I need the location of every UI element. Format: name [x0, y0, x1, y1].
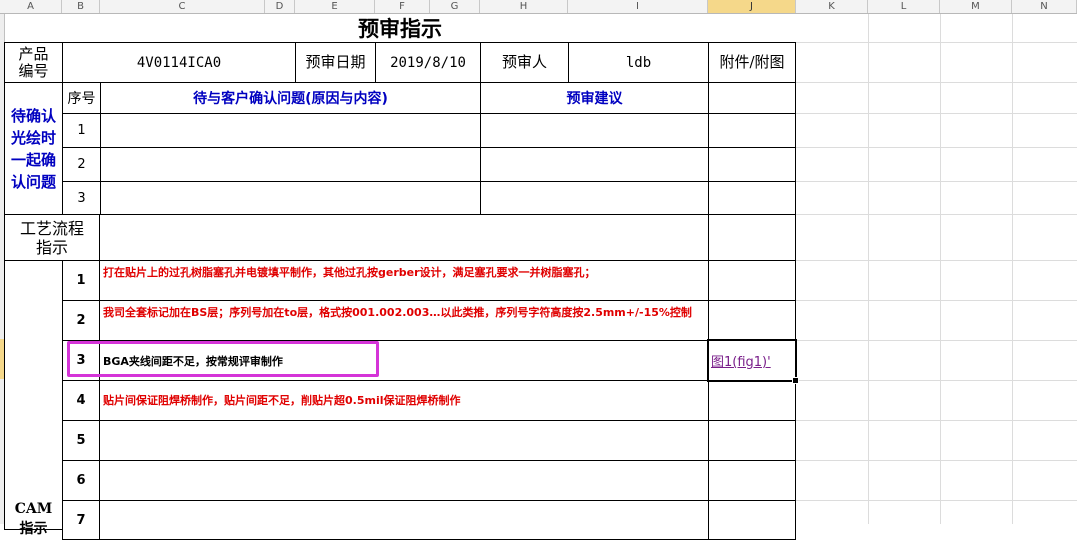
process-flow-label[interactable]: 工艺流程 指示: [4, 214, 100, 261]
attachment-cell[interactable]: [708, 113, 796, 148]
column-header-n[interactable]: N: [1012, 0, 1077, 13]
cam-section-label[interactable]: CAM 指示: [4, 260, 63, 537]
attachment-cell[interactable]: [708, 214, 796, 261]
highlight-annotation: [67, 341, 379, 377]
review-date-label[interactable]: 预审日期: [295, 42, 376, 83]
column-header-l[interactable]: L: [868, 0, 940, 13]
review-date-value[interactable]: 2019/8/10: [375, 42, 481, 83]
cam-label-text: CAM 指示: [14, 501, 53, 537]
cam-instruction-cell[interactable]: [99, 460, 709, 501]
cam-instruction-cell[interactable]: [99, 500, 709, 540]
cam-instruction-cell[interactable]: 打在贴片上的过孔树脂塞孔并电镀填平制作，其他过孔按gerber设计，满足塞孔要求…: [99, 260, 709, 301]
column-header-h[interactable]: H: [480, 0, 568, 13]
confirm-section-label[interactable]: 待确认 光绘时 一起确 认问题: [4, 82, 63, 215]
column-header-g[interactable]: G: [430, 0, 480, 13]
process-flow-content[interactable]: [99, 214, 709, 261]
attachment-cell[interactable]: [708, 82, 796, 114]
column-header-i[interactable]: I: [568, 0, 708, 13]
sheet-title[interactable]: 预审指示: [4, 14, 796, 42]
attachment-cell[interactable]: [708, 500, 796, 540]
confirm-row-number[interactable]: 3: [62, 181, 101, 215]
attachment-cell[interactable]: [708, 300, 796, 341]
confirm-issue-cell[interactable]: [100, 181, 481, 215]
attachment-cell[interactable]: [708, 460, 796, 501]
column-header-d[interactable]: D: [265, 0, 295, 13]
cam-instruction-cell[interactable]: 我司全套标记加在BS层；序列号加在to层，格式按001.002.003…以此类推…: [99, 300, 709, 341]
cam-row-number[interactable]: 7: [62, 500, 100, 540]
attachment-cell[interactable]: [708, 420, 796, 461]
attachment-cell[interactable]: [708, 380, 796, 421]
column-header-f[interactable]: F: [375, 0, 430, 13]
column-header-e[interactable]: E: [295, 0, 375, 13]
cam-row-number[interactable]: 4: [62, 380, 100, 421]
cam-row-number[interactable]: 2: [62, 300, 100, 341]
cam-instruction-cell[interactable]: [99, 420, 709, 461]
attachment-cell[interactable]: [708, 260, 796, 301]
column-header-bar: A B C D E F G H I J K L M N: [0, 0, 1077, 14]
cam-row-number[interactable]: 1: [62, 260, 100, 301]
active-cell-selection: [707, 339, 797, 382]
confirm-row-number[interactable]: 2: [62, 147, 101, 182]
column-header-m[interactable]: M: [940, 0, 1012, 13]
column-header-b[interactable]: B: [62, 0, 100, 13]
confirm-suggestion-cell[interactable]: [480, 147, 709, 182]
confirm-issue-cell[interactable]: [100, 113, 481, 148]
confirm-issue-cell[interactable]: [100, 147, 481, 182]
cam-row-number[interactable]: 6: [62, 460, 100, 501]
reviewer-value[interactable]: ldb: [568, 42, 709, 83]
cam-instruction-cell[interactable]: 贴片间保证阻焊桥制作，贴片间距不足，削贴片超0.5mil保证阻焊桥制作: [99, 380, 709, 421]
product-number-label[interactable]: 产品 编号: [4, 42, 63, 83]
attachment-header[interactable]: 附件/附图: [708, 42, 796, 83]
confirm-row-number[interactable]: 1: [62, 113, 101, 148]
confirm-suggestion-cell[interactable]: [480, 113, 709, 148]
cam-row-number[interactable]: 5: [62, 420, 100, 461]
attachment-cell[interactable]: [708, 181, 796, 215]
column-header-a[interactable]: A: [0, 0, 62, 13]
customer-issue-header[interactable]: 待与客户确认问题(原因与内容): [100, 82, 481, 114]
product-number-value[interactable]: 4V0114ICA0: [62, 42, 296, 83]
reviewer-label[interactable]: 预审人: [480, 42, 569, 83]
fill-handle[interactable]: [792, 377, 799, 384]
column-header-j[interactable]: J: [708, 0, 796, 13]
column-header-c[interactable]: C: [100, 0, 265, 13]
attachment-cell[interactable]: [708, 147, 796, 182]
review-suggestion-header[interactable]: 预审建议: [480, 82, 709, 114]
seq-header[interactable]: 序号: [62, 82, 101, 114]
confirm-suggestion-cell[interactable]: [480, 181, 709, 215]
column-header-k[interactable]: K: [796, 0, 868, 13]
